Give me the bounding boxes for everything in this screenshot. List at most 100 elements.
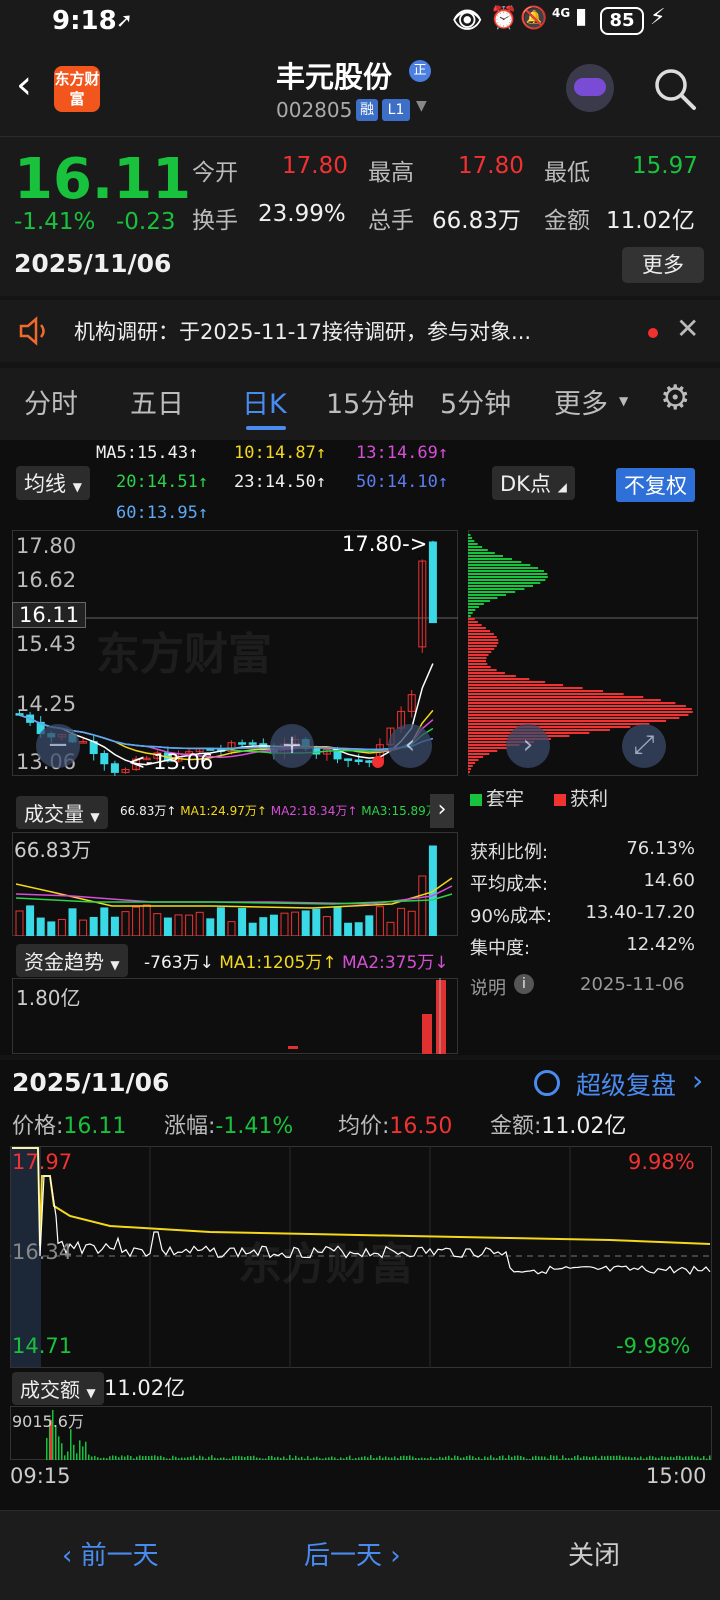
watermark: 东方财富 — [96, 629, 272, 680]
explain-label[interactable]: 说明 — [470, 974, 506, 1000]
back-arrow-icon[interactable]: ‹ — [16, 62, 32, 108]
zoom-in-icon[interactable]: + — [270, 724, 314, 768]
amount-bar — [337, 1458, 339, 1460]
amount-bar — [562, 1455, 564, 1460]
close-button[interactable]: 关闭 — [568, 1535, 620, 1572]
amount-bar — [532, 1456, 534, 1460]
amount-toggle[interactable]: 成交额 ▼ — [12, 1372, 104, 1405]
chip-bar — [468, 747, 508, 749]
adjust-button[interactable]: 不复权 — [616, 468, 695, 502]
volume-bar — [248, 922, 257, 936]
app-logo[interactable]: 东方财富 — [54, 66, 100, 112]
tab-15min[interactable]: 15分钟 — [326, 382, 414, 421]
chip-bar — [468, 576, 548, 578]
intraday-amount-chart — [10, 1406, 712, 1460]
chip-bar — [468, 672, 505, 674]
amount-bar — [46, 1437, 48, 1460]
prev-day-button[interactable]: ‹ 前一天 — [62, 1535, 159, 1572]
close-icon[interactable]: ✕ — [676, 312, 699, 345]
ma-toggle[interactable]: 均线 ▼ — [16, 466, 90, 500]
candle — [428, 540, 437, 624]
info-icon[interactable]: i — [514, 974, 534, 994]
tab-5min[interactable]: 5分钟 — [440, 382, 511, 421]
volume-bar — [132, 906, 141, 936]
amount-bar — [373, 1457, 375, 1460]
amount-bar — [319, 1458, 321, 1460]
amount-bar — [178, 1458, 180, 1460]
open-value: 17.80 — [282, 153, 348, 179]
expand-arrow-icon[interactable]: › — [430, 794, 454, 828]
scroll-left-icon[interactable]: ‹ — [388, 724, 432, 768]
search-icon[interactable] — [652, 66, 698, 112]
fund-trend-toggle[interactable]: 资金趋势 ▼ — [16, 944, 128, 977]
amount-bar — [214, 1457, 216, 1460]
amount-bar — [610, 1455, 612, 1460]
low-label: 最低 — [544, 160, 590, 186]
amount-bar — [193, 1455, 195, 1460]
amount-bar — [574, 1456, 576, 1460]
amount-bar — [232, 1456, 234, 1460]
tab-more[interactable]: 更多 — [554, 382, 608, 421]
chip-bar — [468, 690, 604, 692]
amount-bar — [316, 1456, 318, 1460]
dropdown-caret-icon[interactable]: ▼ — [416, 98, 427, 114]
amount-bar — [187, 1457, 189, 1460]
amount-bar — [637, 1457, 639, 1460]
ma10-value: 10:14.87↑ — [234, 443, 327, 463]
chip-bar — [468, 549, 488, 551]
chip-bar — [468, 564, 531, 566]
super-replay-link[interactable]: 超级复盘 — [576, 1066, 676, 1102]
amount-bar — [205, 1458, 207, 1460]
next-day-button[interactable]: 后一天 › — [304, 1535, 401, 1572]
amount-bar — [148, 1456, 150, 1460]
candle — [110, 760, 119, 776]
amount-bar — [295, 1455, 297, 1460]
chevron-right-icon[interactable]: › — [692, 1064, 703, 1097]
amount-bar — [265, 1458, 267, 1460]
high-value: 17.80 — [458, 153, 524, 179]
volume-bar — [259, 917, 268, 936]
amount-bar — [448, 1455, 450, 1460]
event-dot[interactable] — [372, 756, 384, 768]
amount-bar — [460, 1457, 462, 1460]
scroll-right-icon[interactable]: › — [506, 724, 550, 768]
volume-bar — [344, 922, 353, 936]
tab-five-day[interactable]: 五日 — [130, 382, 184, 421]
amount-bar — [415, 1457, 417, 1460]
amount-bar — [397, 1457, 399, 1460]
amount-bar — [667, 1457, 669, 1460]
robot-assistant-icon[interactable] — [566, 64, 614, 112]
chip-bar — [468, 615, 471, 617]
amount-bar — [247, 1456, 249, 1460]
more-button[interactable]: 更多 — [622, 247, 704, 283]
candle — [89, 734, 98, 761]
amount-bar — [595, 1455, 597, 1460]
intraday-top-pct: 9.98% — [628, 1150, 695, 1174]
amount-bar — [646, 1457, 648, 1460]
amount-bar — [160, 1455, 162, 1460]
volume-bar — [216, 907, 225, 936]
volume-toggle[interactable]: 成交量 ▼ — [16, 796, 108, 829]
intraday-price: 价格:16.11 — [12, 1114, 127, 1139]
amount-bar — [409, 1455, 411, 1460]
chip-bar — [468, 687, 583, 689]
amount-bar — [379, 1455, 381, 1460]
alarm-icon: ⏰ — [490, 6, 518, 31]
stock-code: 002805 — [276, 98, 353, 122]
stock-name[interactable]: 丰元股份 — [276, 54, 392, 96]
notice-bar[interactable]: 机构调研：于2025-11-17接待调研，参与对象... ✕ — [0, 300, 720, 362]
chip-bar — [468, 696, 644, 698]
dk-point-button[interactable]: DK点 ◢ — [492, 466, 575, 500]
turnover-value: 23.99% — [258, 201, 346, 227]
chip-bar — [468, 654, 489, 656]
fullscreen-icon[interactable]: ⤢ — [622, 724, 666, 768]
settings-gear-icon[interactable]: ⚙ — [660, 378, 690, 418]
amount-bar — [223, 1457, 225, 1460]
history-clock-icon[interactable] — [534, 1070, 560, 1096]
amount-bar — [406, 1456, 408, 1460]
tab-intraday[interactable]: 分时 — [24, 382, 78, 421]
tab-daily-k[interactable]: 日K — [242, 382, 287, 421]
amount-bar — [124, 1456, 126, 1460]
zoom-out-icon[interactable]: − — [36, 724, 80, 768]
volume-bar — [354, 922, 363, 936]
